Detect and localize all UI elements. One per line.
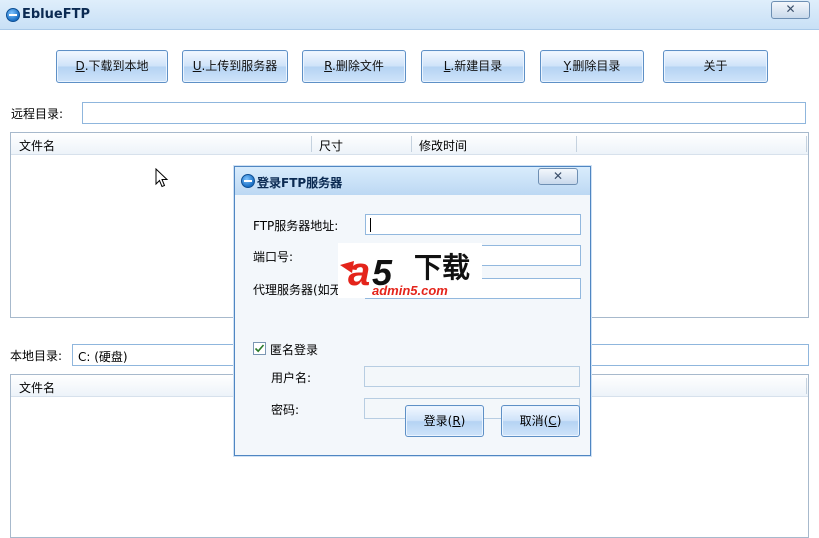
port-label: 端口号: (253, 250, 294, 264)
username-input[interactable] (364, 366, 580, 387)
column-separator[interactable] (311, 136, 312, 152)
delete-file-button[interactable]: R.删除文件 (302, 50, 406, 83)
window-titlebar[interactable]: EblueFTP ✕ (0, 0, 819, 30)
column-header-modified[interactable]: 修改时间 (419, 137, 467, 154)
password-label: 密码: (271, 403, 300, 417)
remote-dir-input[interactable] (82, 102, 806, 124)
upload-button[interactable]: U.上传到服务器 (182, 50, 288, 83)
column-header-filename[interactable]: 文件名 (19, 379, 55, 396)
download-button[interactable]: D.下载到本地 (56, 50, 168, 83)
svg-text:admin5.com: admin5.com (372, 283, 448, 298)
svg-text:下载: 下载 (414, 251, 470, 284)
mouse-pointer-icon (155, 168, 169, 188)
login-dialog[interactable]: 登录FTP服务器 ✕ FTP服务器地址: 端口号: 代理服务器(如无 匿名登录 … (234, 166, 591, 456)
dialog-titlebar[interactable]: 登录FTP服务器 ✕ (235, 167, 590, 195)
username-label: 用户名: (271, 371, 312, 385)
column-separator[interactable] (806, 136, 807, 152)
dialog-title: 登录FTP服务器 (257, 176, 343, 190)
watermark-logo-graphic: a 5 下载 admin5.com (340, 250, 470, 298)
host-label: FTP服务器地址: (253, 219, 339, 233)
app-icon (6, 8, 20, 22)
host-input[interactable] (365, 214, 581, 235)
column-header-filename[interactable]: 文件名 (19, 137, 55, 154)
window-close-button[interactable]: ✕ (771, 1, 810, 19)
column-separator[interactable] (411, 136, 412, 152)
dialog-close-button[interactable]: ✕ (538, 168, 578, 185)
checkmark-icon (254, 344, 265, 353)
app-icon (241, 174, 255, 188)
proxy-label: 代理服务器(如无 (253, 283, 342, 297)
local-dir-label: 本地目录: (10, 349, 63, 363)
anonymous-checkbox[interactable] (253, 342, 266, 355)
delete-folder-button[interactable]: Y.删除目录 (540, 50, 644, 83)
new-folder-button[interactable]: L.新建目录 (421, 50, 525, 83)
svg-text:a: a (348, 250, 370, 294)
login-button[interactable]: 登录(R) (405, 405, 484, 437)
cancel-button[interactable]: 取消(C) (501, 405, 580, 437)
remote-list-header: 文件名 尺寸 修改时间 (11, 133, 808, 155)
anonymous-label[interactable]: 匿名登录 (270, 341, 318, 358)
column-header-size[interactable]: 尺寸 (319, 137, 343, 154)
window-title: EblueFTP (22, 7, 90, 22)
about-button[interactable]: 关于 (663, 50, 768, 83)
watermark-logo: a 5 下载 admin5.com (338, 243, 482, 298)
column-separator[interactable] (806, 378, 807, 394)
remote-dir-label: 远程目录: (11, 107, 64, 121)
column-separator[interactable] (576, 136, 577, 152)
